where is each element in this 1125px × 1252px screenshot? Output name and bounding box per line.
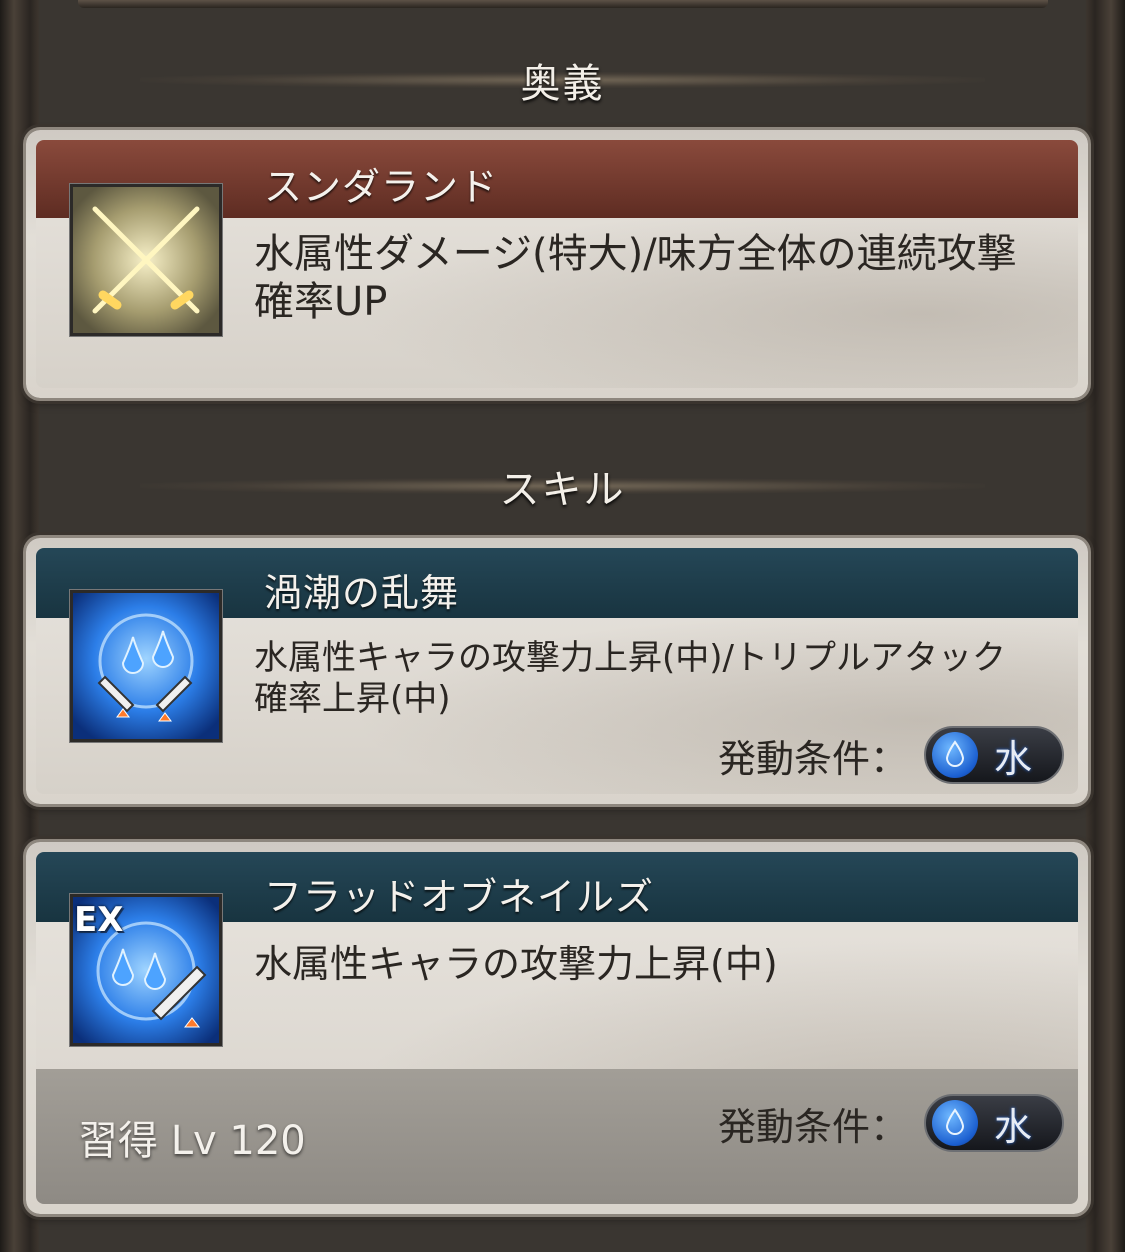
skill-1-description: 水属性キャラの攻撃力上昇(中)/トリプルアタック確率上昇(中) [254, 638, 1006, 719]
section-header-skill: スキル [40, 458, 1085, 514]
element-name: 水 [994, 1104, 1033, 1149]
ougi-name: スンダランド [264, 165, 499, 209]
skill-2-name: フラッドオブネイルズ [264, 875, 655, 919]
water-drop-icon [932, 732, 978, 778]
water-attack-triple-icon [70, 590, 222, 742]
element-name: 水 [994, 736, 1033, 781]
ougi-description: 水属性ダメージ(特大)/味方全体の連続攻撃確率UP [254, 231, 1017, 325]
water-drop-icon [932, 1100, 978, 1146]
condition-label: 発動条件： [717, 1104, 908, 1149]
skill-panel: 奥義 スンダランド 水属性ダメージ(特大)/味方全体の連続攻撃確率UP スキル … [0, 0, 1125, 1252]
ougi-card[interactable]: スンダランド 水属性ダメージ(特大)/味方全体の連続攻撃確率UP [26, 130, 1088, 398]
element-badge: 水 [924, 1094, 1064, 1152]
skill-2-condition: 発動条件： 水 [718, 1094, 1064, 1152]
skill-card-1[interactable]: 渦潮の乱舞 水属性キャラの攻撃力上昇(中)/トリプルアタック確率上昇(中) 発動… [26, 538, 1088, 804]
skill-1-name: 渦潮の乱舞 [264, 571, 460, 615]
section-title-skill: スキル [499, 467, 626, 513]
condition-label: 発動条件： [717, 736, 908, 781]
skill-1-condition: 発動条件： 水 [718, 726, 1064, 784]
ex-badge: EX [74, 900, 124, 940]
skill-2-description: 水属性キャラの攻撃力上昇(中) [254, 942, 778, 986]
top-divider [78, 0, 1048, 8]
crossed-swords-icon [70, 184, 222, 336]
skill-card-2[interactable]: フラッドオブネイルズ EX 水属性キャラの攻撃力上昇(中) 習得 Lv 120 … [26, 842, 1088, 1214]
element-badge: 水 [924, 726, 1064, 784]
section-header-ougi: 奥義 [40, 52, 1085, 108]
learn-level: 習得 Lv 120 [78, 1118, 306, 1164]
section-title-ougi: 奥義 [520, 61, 605, 107]
